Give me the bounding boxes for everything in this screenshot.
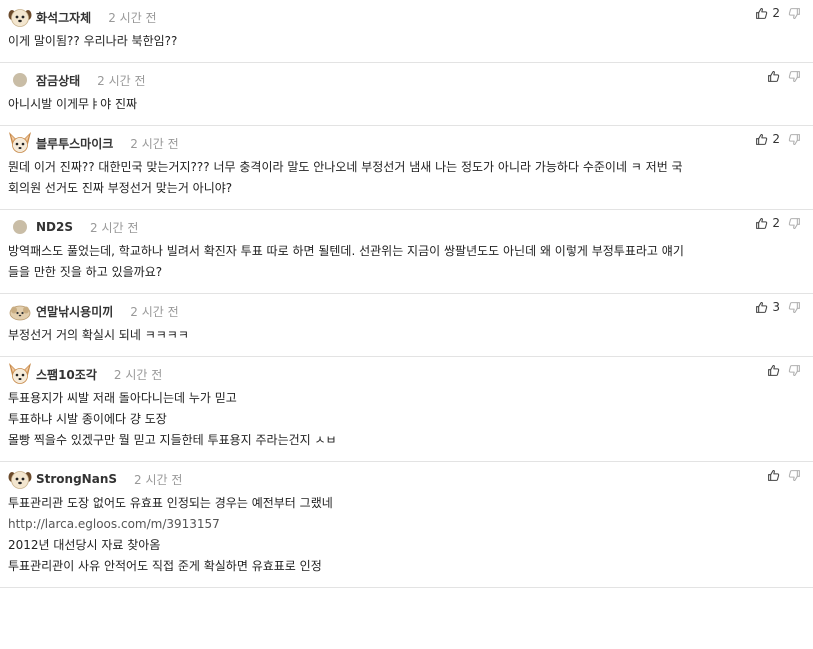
timestamp: 2 시간 전 bbox=[113, 367, 163, 382]
like-count: 3 bbox=[772, 300, 780, 314]
avatar[interactable] bbox=[8, 467, 32, 491]
dislike-button[interactable] bbox=[788, 469, 801, 482]
dislike-button[interactable] bbox=[788, 133, 801, 146]
comment-header: 잠금상태 2 시간 전 bbox=[8, 68, 813, 92]
comment-header: 블루투스마이크 2 시간 전 bbox=[8, 131, 813, 155]
like-count: 2 bbox=[772, 216, 780, 230]
thumbs-up-icon bbox=[767, 364, 780, 377]
thumbs-up-icon bbox=[755, 217, 768, 230]
thumbs-up-icon bbox=[755, 133, 768, 146]
comment-text-line: 투표관리관 도장 없어도 유효표 인정되는 경우는 예전부터 그랬네 bbox=[8, 496, 333, 510]
thumbs-up-icon bbox=[755, 301, 768, 314]
comment-text-line: 몰빵 찍을수 있겠구만 뭘 믿고 지들한테 투표용지 주라는건지 ㅅㅂ bbox=[8, 433, 337, 447]
comment-text-line: 아니시발 이게무ㅑ야 진짜 bbox=[8, 97, 138, 111]
comment-header: 화석그자체 2 시간 전 bbox=[8, 5, 813, 29]
vote-controls: 2 bbox=[755, 214, 801, 232]
author-name[interactable]: 연말낚시용미끼 bbox=[36, 303, 113, 320]
dislike-button[interactable] bbox=[788, 217, 801, 230]
comment-item: 스팸10조각 2 시간 전투표용지가 씨발 저래 돌아다니는데 누가 믿고투표하냐… bbox=[0, 357, 813, 462]
comment-body: 이게 말이됨?? 우리나라 북한임?? bbox=[8, 31, 813, 52]
comment-body: 뭔데 이거 진짜?? 대한민국 맞는거지??? 너무 충격이라 말도 안나오네 … bbox=[8, 157, 813, 199]
comment-text-line: 투표하냐 시발 종이에다 걍 도장 bbox=[8, 412, 167, 426]
comment-item: 연말낚시용미끼 2 시간 전 3 부정선거 거의 확실시 되네 ㅋㅋㅋㅋ bbox=[0, 294, 813, 357]
author-name[interactable]: StrongNanS bbox=[36, 472, 117, 486]
author-name[interactable]: 스팸10조각 bbox=[36, 366, 97, 383]
thumbs-down-icon bbox=[788, 70, 801, 83]
timestamp: 2 시간 전 bbox=[134, 472, 183, 487]
comment-text-line: 들을 만한 짓을 하고 있을까요? bbox=[8, 265, 163, 279]
dislike-button[interactable] bbox=[788, 301, 801, 314]
avatar[interactable] bbox=[8, 362, 32, 386]
like-button[interactable] bbox=[767, 70, 780, 83]
comment-text-line: 투표관리관이 사유 안적어도 직접 준게 확실하면 유효표로 인정 bbox=[8, 559, 322, 573]
comment-link[interactable]: http://larca.egloos.com/m/3913157 bbox=[8, 514, 803, 535]
comment-list: 화석그자체 2 시간 전 2 이게 말이됨?? 우리나라 북한임?? 잠금상태 2 시간 … bbox=[0, 0, 813, 588]
comment-item: 잠금상태 2 시간 전아니시발 이게무ㅑ야 진짜 bbox=[0, 63, 813, 126]
vote-controls bbox=[767, 466, 801, 484]
comment-item: ND2S 2 시간 전 2 방역패스도 풀었는데, 학교하나 빌려서 확진자 투표 따… bbox=[0, 210, 813, 294]
comment-text-line: 부정선거 거의 확실시 되네 ㅋㅋㅋㅋ bbox=[8, 328, 189, 342]
like-button[interactable]: 2 bbox=[755, 6, 780, 20]
thumbs-down-icon bbox=[788, 364, 801, 377]
like-count: 2 bbox=[772, 6, 780, 20]
comment-body: 방역패스도 풀었는데, 학교하나 빌려서 확진자 투표 따로 하면 될텐데. 선… bbox=[8, 241, 813, 283]
author-name[interactable]: 잠금상태 bbox=[36, 72, 80, 89]
like-button[interactable]: 2 bbox=[755, 132, 780, 146]
dislike-button[interactable] bbox=[788, 364, 801, 377]
timestamp: 2 시간 전 bbox=[97, 73, 146, 88]
like-button[interactable] bbox=[767, 469, 780, 482]
timestamp: 2 시간 전 bbox=[108, 10, 157, 25]
like-button[interactable]: 2 bbox=[755, 216, 780, 230]
vote-controls bbox=[767, 361, 801, 379]
comment-text-line: 투표용지가 씨발 저래 돌아다니는데 누가 믿고 bbox=[8, 391, 237, 405]
avatar[interactable] bbox=[8, 215, 32, 239]
comment-body: 부정선거 거의 확실시 되네 ㅋㅋㅋㅋ bbox=[8, 325, 813, 346]
comment-text-line: 방역패스도 풀었는데, 학교하나 빌려서 확진자 투표 따로 하면 될텐데. 선… bbox=[8, 244, 684, 258]
comment-text-line: 회의원 선거도 진짜 부정선거 맞는거 아니야? bbox=[8, 181, 233, 195]
comment-item: 화석그자체 2 시간 전 2 이게 말이됨?? 우리나라 북한임?? bbox=[0, 0, 813, 63]
like-count: 2 bbox=[772, 132, 780, 146]
avatar[interactable] bbox=[8, 68, 32, 92]
vote-controls: 2 bbox=[755, 130, 801, 148]
timestamp: 2 시간 전 bbox=[130, 304, 179, 319]
vote-controls: 2 bbox=[755, 4, 801, 22]
thumbs-down-icon bbox=[788, 301, 801, 314]
author-name[interactable]: 블루투스마이크 bbox=[36, 135, 113, 152]
comment-header: 연말낚시용미끼 2 시간 전 bbox=[8, 299, 813, 323]
avatar[interactable] bbox=[8, 299, 32, 323]
dislike-button[interactable] bbox=[788, 7, 801, 20]
vote-controls: 3 bbox=[755, 298, 801, 316]
comment-body: 투표용지가 씨발 저래 돌아다니는데 누가 믿고투표하냐 시발 종이에다 걍 도… bbox=[8, 388, 813, 451]
comment-item: 블루투스마이크 2 시간 전 2 뭔데 이거 진짜?? 대한민국 맞는거지??? 너무… bbox=[0, 126, 813, 210]
comment-text-line: 뭔데 이거 진짜?? 대한민국 맞는거지??? 너무 충격이라 말도 안나오네 … bbox=[8, 160, 683, 174]
author-name[interactable]: 화석그자체 bbox=[36, 9, 91, 26]
comment-text-line: 2012년 대선당시 자료 찾아옴 bbox=[8, 538, 161, 552]
thumbs-down-icon bbox=[788, 469, 801, 482]
comment-header: StrongNanS 2 시간 전 bbox=[8, 467, 813, 491]
timestamp: 2 시간 전 bbox=[130, 136, 179, 151]
like-button[interactable] bbox=[767, 364, 780, 377]
thumbs-up-icon bbox=[755, 7, 768, 20]
timestamp: 2 시간 전 bbox=[90, 220, 139, 235]
dislike-button[interactable] bbox=[788, 70, 801, 83]
like-button[interactable]: 3 bbox=[755, 300, 780, 314]
comment-header: ND2S 2 시간 전 bbox=[8, 215, 813, 239]
comment-text-line: 이게 말이됨?? 우리나라 북한임?? bbox=[8, 34, 178, 48]
thumbs-down-icon bbox=[788, 7, 801, 20]
thumbs-down-icon bbox=[788, 217, 801, 230]
comment-body: 투표관리관 도장 없어도 유효표 인정되는 경우는 예전부터 그랬네 http:/… bbox=[8, 493, 813, 577]
vote-controls bbox=[767, 67, 801, 85]
thumbs-down-icon bbox=[788, 133, 801, 146]
thumbs-up-icon bbox=[767, 70, 780, 83]
author-name[interactable]: ND2S bbox=[36, 220, 73, 234]
thumbs-up-icon bbox=[767, 469, 780, 482]
avatar[interactable] bbox=[8, 131, 32, 155]
comment-item: StrongNanS 2 시간 전투표관리관 도장 없어도 유효표 인정되는 경우… bbox=[0, 462, 813, 588]
comment-header: 스팸10조각 2 시간 전 bbox=[8, 362, 813, 386]
avatar[interactable] bbox=[8, 5, 32, 29]
comment-body: 아니시발 이게무ㅑ야 진짜 bbox=[8, 94, 813, 115]
